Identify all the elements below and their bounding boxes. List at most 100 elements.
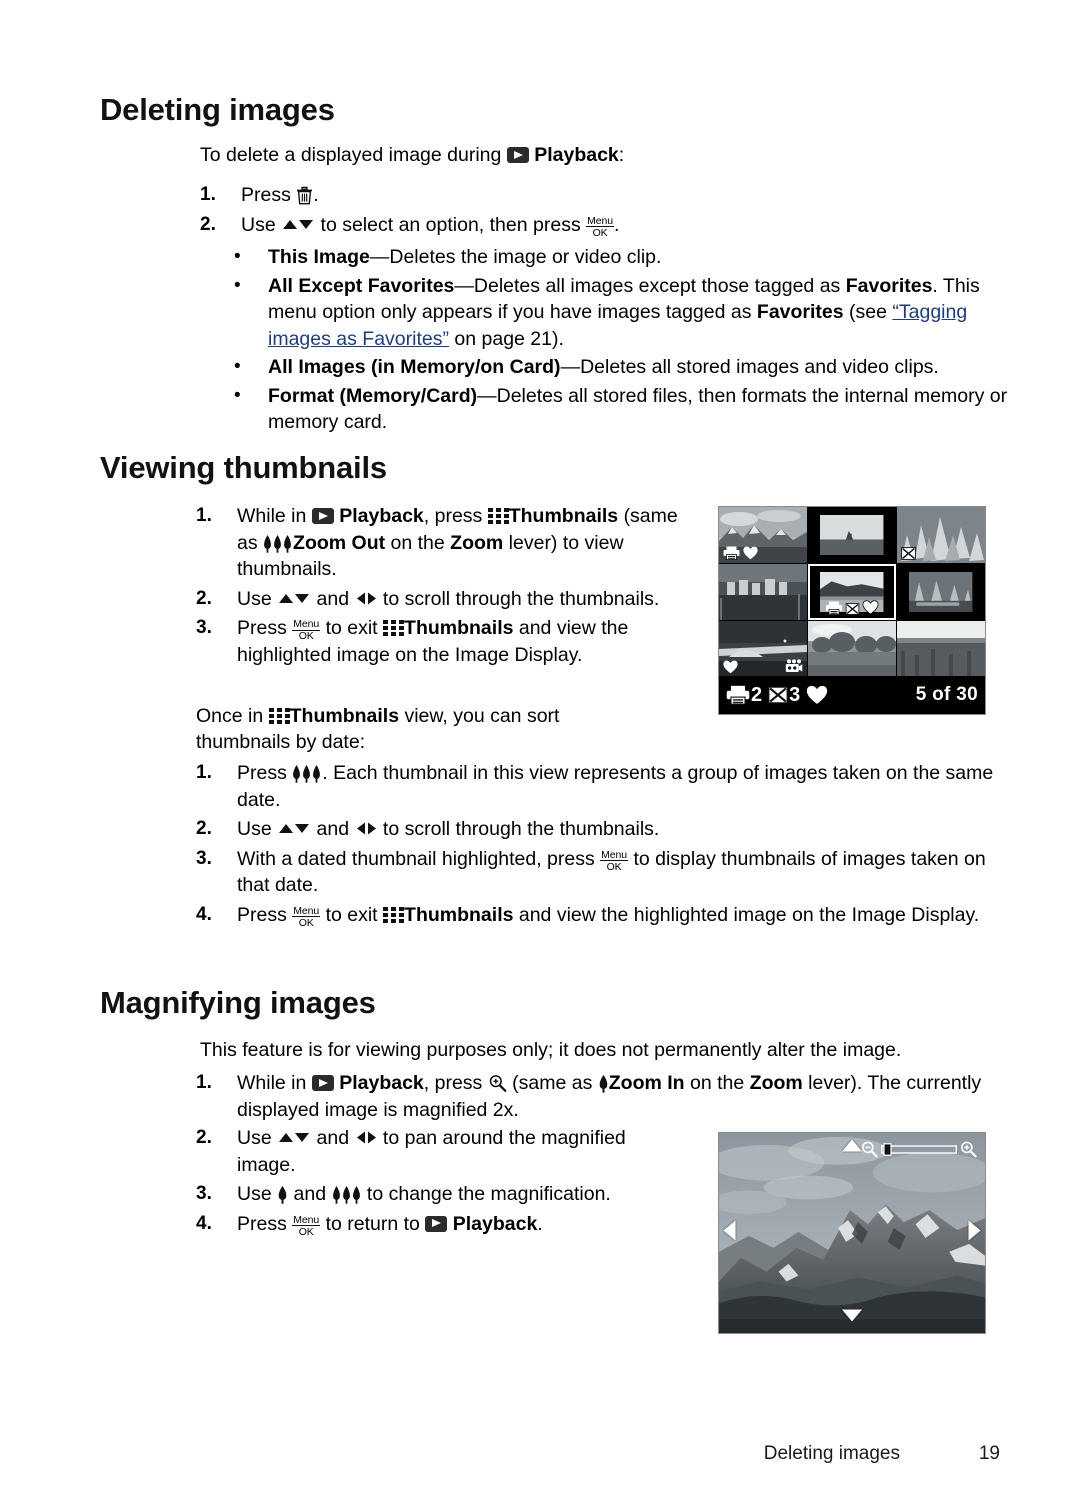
step-number: 2. xyxy=(196,818,212,839)
thumbnail-overlay-video xyxy=(785,659,803,674)
option-term: All Images (in Memory/on Card) xyxy=(268,356,561,378)
thumbnail-cell-9[interactable] xyxy=(897,621,985,677)
step-text-b: to return to xyxy=(325,1212,420,1235)
thumbnail-overlay-icons xyxy=(723,546,758,560)
heading-magnifying-images: Magnifying images xyxy=(100,985,376,1020)
thumbnail-cell-8[interactable] xyxy=(808,621,896,677)
zoom-in-tree-icon xyxy=(277,1186,288,1204)
step-number: 1. xyxy=(196,505,212,526)
thumbnail-cell-5-selected[interactable] xyxy=(808,564,896,620)
heart-icon xyxy=(862,600,879,615)
thumbnail-cell-1[interactable] xyxy=(719,507,807,563)
step-text-c: to scroll through the thumbnails. xyxy=(382,587,660,610)
thumbnail-cell-6[interactable] xyxy=(897,564,985,620)
step-bold-thumbnails: Thumbnails xyxy=(404,903,514,926)
step-magnify-1: 1. While in Playback, press (same as Zoo… xyxy=(196,1070,1011,1123)
option-term-favorites-2: Favorites xyxy=(756,301,844,323)
up-down-arrows-icon xyxy=(277,1131,311,1144)
thumbnail-cell-4[interactable] xyxy=(719,564,807,620)
step-thumbnails-2: 2. Use and to scroll through the thumbna… xyxy=(196,586,682,613)
step-number: 4. xyxy=(196,903,212,925)
playback-icon xyxy=(506,147,529,163)
step-text-a: Press xyxy=(237,903,287,926)
zoom-slider-handle xyxy=(883,1143,892,1156)
step-text-a: With a dated thumbnail highlighted, pres… xyxy=(237,847,595,870)
thumbnails-grid-icon xyxy=(383,620,405,636)
up-down-arrows-icon xyxy=(281,218,315,231)
zoom-slider-track[interactable] xyxy=(881,1143,957,1156)
option-desc: —Deletes all stored images and video cli… xyxy=(560,356,939,378)
thumbnail-cell-2[interactable] xyxy=(808,507,896,563)
step-number: 3. xyxy=(196,847,212,869)
step-text: Use xyxy=(241,213,276,236)
step-text-b: and xyxy=(316,587,350,610)
share-icon xyxy=(901,547,916,560)
option-term: Format (Memory/Card) xyxy=(268,384,478,407)
step-text-a: Press xyxy=(237,1212,287,1235)
step-text-b: and xyxy=(316,818,350,840)
menu-ok-icon: Menu OK xyxy=(292,1213,321,1238)
pan-left-arrow[interactable] xyxy=(723,1220,736,1247)
camera-thumbnail-screen: 2 3 5 of 30 xyxy=(718,506,986,715)
zoom-slider[interactable] xyxy=(861,1141,977,1158)
magnified-mountain-photo xyxy=(719,1133,985,1333)
option-all-except-favorites: • All Except Favorites—Deletes all image… xyxy=(232,273,1010,353)
option-desc-a: —Deletes all images except those tagged … xyxy=(454,274,846,297)
thumbnails-steps-list: 1. While in Playback, press Thumbnails (… xyxy=(196,503,682,668)
left-right-arrows-icon xyxy=(355,821,378,836)
step-text-after: . xyxy=(313,184,319,206)
thumbnail-cell-7[interactable] xyxy=(719,621,807,677)
step-text-d: (same as xyxy=(512,1072,593,1094)
step-number: 3. xyxy=(196,1183,212,1204)
bullet-dot: • xyxy=(234,384,241,406)
thumbnail-cell-3[interactable] xyxy=(897,507,985,563)
thumbnails-date-steps-list: 1. Press . Each thumbnail in this view r… xyxy=(196,760,1011,928)
step-bold-zoom-out: Zoom Out xyxy=(293,531,386,554)
step-bold-playback: Playback xyxy=(452,1212,538,1235)
once-text-a: Once in xyxy=(196,705,264,727)
print-icon xyxy=(723,546,740,560)
step-text-after: . xyxy=(614,213,620,236)
bullet-dot: • xyxy=(234,274,241,296)
step-text-c: to change the magnification. xyxy=(366,1183,611,1205)
deleting-steps-list: 1. Press . 2. Use to select an option, t… xyxy=(200,182,1010,238)
magnify-plus-icon xyxy=(488,1074,507,1093)
print-icon xyxy=(826,601,842,615)
zoom-out-trees-icon xyxy=(263,534,293,553)
deleting-intro: To delete a displayed image during Playb… xyxy=(200,142,1010,168)
manual-page: Deleting images To delete a displayed im… xyxy=(0,0,1080,1495)
pan-down-arrow[interactable] xyxy=(841,1309,863,1327)
pan-up-arrow[interactable] xyxy=(841,1139,863,1157)
zoom-in-tree-icon xyxy=(598,1075,609,1093)
step-number: 3. xyxy=(196,617,212,638)
step-text-c: , press xyxy=(423,505,483,527)
step-bold-playback: Playback xyxy=(339,505,424,527)
option-all-images: • All Images (in Memory/on Card)—Deletes… xyxy=(232,354,1010,381)
step-text-a: While in xyxy=(237,1072,307,1094)
option-desc-c: (see xyxy=(843,301,893,323)
heart-icon xyxy=(807,685,828,704)
thumbnail-photo xyxy=(909,571,973,613)
thumbnails-grid-icon xyxy=(383,906,405,923)
camera-magnify-screen xyxy=(718,1132,986,1334)
step-number: 1. xyxy=(196,1072,212,1093)
step-date-2: 2. Use and to scroll through the thumbna… xyxy=(196,816,1011,843)
deleting-intro-after: : xyxy=(618,144,625,166)
footer-page-number: 19 xyxy=(978,1443,1000,1464)
thumbnails-sort-intro: Once in Thumbnails view, you can sort th… xyxy=(196,703,626,755)
thumbnail-overlay-icons xyxy=(826,600,879,615)
trash-icon xyxy=(296,186,313,205)
pan-right-arrow[interactable] xyxy=(968,1220,981,1247)
step-text-d: and view the highlighted image on the Im… xyxy=(513,903,980,926)
step-bold-thumbnails: Thumbnails xyxy=(508,505,619,527)
step-text-a: Use xyxy=(237,818,272,840)
zoom-out-trees-icon xyxy=(292,765,322,783)
step-thumbnails-1: 1. While in Playback, press Thumbnails (… xyxy=(196,503,682,583)
step-text-a: Use xyxy=(237,1127,272,1149)
menu-ok-icon: Menu OK xyxy=(600,848,629,873)
video-icon xyxy=(785,659,803,672)
option-desc: —Deletes the image or video clip. xyxy=(369,246,662,268)
menu-ok-icon: Menu OK xyxy=(586,214,614,239)
step-text-mid: to select an option, then press xyxy=(320,213,581,236)
step-number: 4. xyxy=(196,1212,212,1234)
